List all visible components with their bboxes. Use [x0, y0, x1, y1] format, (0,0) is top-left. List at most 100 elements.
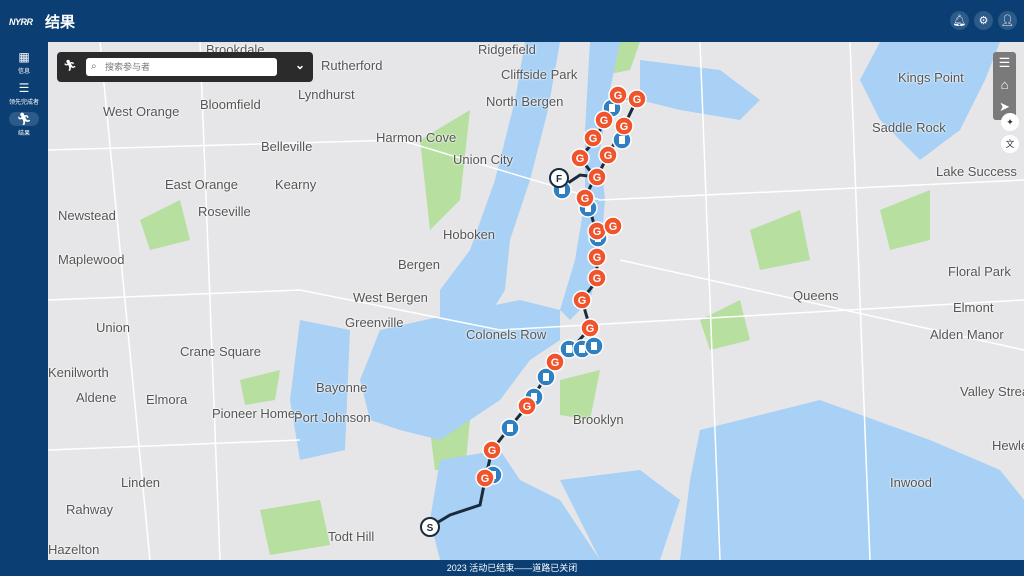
place-label: West Orange: [103, 104, 180, 119]
place-label: Crane Square: [180, 344, 261, 359]
home-icon[interactable]: ⌂: [993, 74, 1016, 96]
page-title: 结果: [45, 14, 76, 31]
runner-icon: 🏃︎: [63, 60, 77, 72]
place-label: Hoboken: [443, 227, 496, 242]
gatorade-station-marker[interactable]: G: [545, 352, 565, 372]
water-station-marker[interactable]: [584, 336, 604, 356]
gatorade-g-icon: G: [593, 172, 602, 184]
place-label: Union: [96, 320, 130, 335]
finish-marker[interactable]: F: [549, 168, 569, 188]
search-panel: 🏃︎ ⌕ 搜索参与者 ⌄: [57, 52, 313, 82]
place-label: Linden: [121, 475, 161, 490]
cup-icon: [543, 373, 549, 381]
gatorade-g-icon: G: [593, 273, 602, 285]
gatorade-station-marker[interactable]: G: [603, 216, 623, 236]
gatorade-station-marker[interactable]: G: [587, 268, 607, 288]
sidebar-item-label: 结果: [17, 131, 30, 137]
dashboard-icon: ▦: [18, 50, 30, 64]
gatorade-g-icon: G: [576, 153, 585, 165]
search-placeholder: 搜索参与者: [105, 62, 151, 72]
start-marker[interactable]: S: [420, 517, 440, 537]
place-label: Kings Point: [898, 70, 964, 85]
translate-icon[interactable]: 文: [1001, 135, 1019, 153]
gatorade-station-marker[interactable]: G: [594, 110, 614, 130]
place-label: Aldene: [76, 390, 117, 405]
place-label: Bergen: [398, 257, 440, 272]
place-label: Brooklyn: [573, 412, 624, 427]
gatorade-station-marker[interactable]: G: [482, 440, 502, 460]
gatorade-station-marker[interactable]: G: [598, 145, 618, 165]
place-label: Lake Success: [936, 164, 1017, 179]
sidebar-item-label: 领先完成者: [8, 100, 39, 106]
race-map[interactable]: GGGGGGGGGGGGGGGGGGG S F Brookdale Rutherf…: [48, 42, 1024, 560]
gatorade-station-marker[interactable]: G: [570, 148, 590, 168]
sparkle-icon[interactable]: ✦: [1001, 113, 1019, 131]
place-label: Hewlett Harbor: [992, 438, 1024, 453]
menu-icon[interactable]: ☰: [993, 52, 1016, 74]
place-label: Todt Hill: [328, 529, 375, 544]
gatorade-station-marker[interactable]: G: [583, 128, 603, 148]
place-label: Elmora: [146, 392, 188, 407]
place-label: East Orange: [165, 177, 238, 192]
gatorade-station-marker[interactable]: G: [572, 290, 592, 310]
chevron-down-icon[interactable]: ⌄: [295, 58, 305, 72]
place-label: Lyndhurst: [298, 87, 355, 102]
cup-icon: [609, 104, 615, 112]
gatorade-station-marker[interactable]: G: [587, 247, 607, 267]
place-label: Harmon Cove: [376, 130, 457, 145]
status-footer: 2023 活动已结束——道路已关闭: [0, 560, 1024, 576]
gatorade-g-icon: G: [620, 121, 629, 133]
place-label: Cliffside Park: [501, 67, 578, 82]
list-icon: ☰: [18, 81, 30, 95]
gatorade-g-icon: G: [581, 193, 590, 205]
place-label: Saddle Rock: [872, 120, 946, 135]
gatorade-station-marker[interactable]: G: [587, 167, 607, 187]
gatorade-station-marker[interactable]: G: [475, 468, 495, 488]
user-icon[interactable]: 👤︎: [998, 11, 1017, 30]
gatorade-g-icon: G: [578, 295, 587, 307]
place-label: Kearny: [275, 177, 317, 192]
place-label: Elmont: [953, 300, 994, 315]
sidebar-item-info[interactable]: ▦ 信息: [4, 50, 44, 75]
place-label: Rahway: [66, 502, 113, 517]
search-icon: ⌕: [91, 61, 97, 72]
cup-icon: [566, 345, 572, 353]
gatorade-g-icon: G: [523, 401, 532, 413]
place-label: Hazelton: [48, 542, 100, 557]
cup-icon: [579, 345, 585, 353]
gatorade-station-marker[interactable]: G: [580, 318, 600, 338]
place-label: Alden Manor: [930, 327, 1004, 342]
sidebar-item-results[interactable]: 🏃︎ 结果: [4, 112, 44, 137]
gatorade-g-icon: G: [609, 221, 618, 233]
gatorade-station-marker[interactable]: G: [587, 221, 607, 241]
place-label: Greenville: [345, 315, 404, 330]
place-label: Bayonne: [316, 380, 368, 395]
gatorade-station-marker[interactable]: G: [575, 188, 595, 208]
place-label: Queens: [793, 288, 839, 303]
gatorade-g-icon: G: [593, 252, 602, 264]
place-label: Colonels Row: [466, 327, 547, 342]
water-station-marker[interactable]: [500, 418, 520, 438]
gatorade-station-marker[interactable]: G: [608, 85, 628, 105]
sidebar-item-leaders[interactable]: ☰ 领先完成者: [4, 81, 44, 106]
place-label: Union City: [453, 152, 513, 167]
bell-icon[interactable]: 🔔︎: [950, 11, 969, 30]
start-label: S: [427, 523, 434, 534]
gatorade-station-marker[interactable]: G: [614, 116, 634, 136]
gear-icon[interactable]: ⚙: [974, 11, 993, 30]
place-label: Maplewood: [58, 252, 125, 267]
top-bar: NYRR 结果 🔔︎ ⚙ 👤︎: [0, 0, 1024, 42]
gatorade-station-marker[interactable]: G: [627, 89, 647, 109]
gatorade-g-icon: G: [586, 323, 595, 335]
place-label: Bloomfield: [200, 97, 261, 112]
gatorade-station-marker[interactable]: G: [517, 396, 537, 416]
place-label: Pioneer Homes: [212, 406, 302, 421]
nyrr-logo[interactable]: NYRR: [9, 17, 33, 27]
place-label: Belleville: [261, 139, 313, 154]
cup-icon: [619, 136, 625, 144]
gatorade-g-icon: G: [633, 94, 642, 106]
place-label: Roseville: [198, 204, 251, 219]
gatorade-g-icon: G: [481, 473, 490, 485]
search-input[interactable]: ⌕ 搜索参与者: [86, 58, 277, 76]
gatorade-g-icon: G: [551, 357, 560, 369]
